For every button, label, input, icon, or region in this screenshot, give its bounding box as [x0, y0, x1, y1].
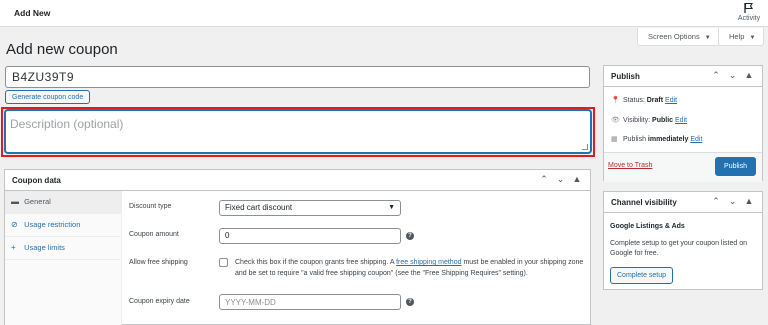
- publish-panel: Publish ⌃ ⌄ ▲ 📍 Status: Draft Edit 👁 Visib…: [603, 65, 763, 182]
- description-textarea[interactable]: Description (optional): [5, 110, 591, 153]
- move-to-trash-link[interactable]: Move to Trash: [608, 162, 652, 169]
- free-shipping-checkbox[interactable]: [219, 258, 228, 267]
- schedule-edit-link[interactable]: Edit: [690, 136, 702, 143]
- status-prefix: Status:: [623, 97, 647, 104]
- plus-icon: +: [11, 243, 16, 252]
- caret-down-icon: ▼: [749, 35, 756, 41]
- ticket-icon: ▬: [11, 197, 19, 206]
- help-label: Help: [729, 32, 745, 41]
- channel-visibility-panel: Channel visibility ⌃ ⌄ ▲ Google Listings…: [603, 191, 763, 290]
- top-bar-title: Add New: [14, 8, 51, 18]
- status-edit-link[interactable]: Edit: [665, 97, 677, 104]
- visibility-edit-link[interactable]: Edit: [675, 117, 687, 124]
- schedule-prefix: Publish: [623, 136, 648, 143]
- move-down-icon[interactable]: ⌄: [725, 70, 739, 81]
- chevron-down-icon: ▼: [388, 204, 395, 211]
- activity-label: Activity: [737, 15, 761, 22]
- screen-options-label: Screen Options: [648, 32, 700, 41]
- flag-icon: [744, 2, 753, 13]
- toggle-panel-icon[interactable]: ▲: [570, 174, 584, 184]
- channel-visibility-title: Channel visibility: [611, 198, 677, 207]
- coupon-data-tabs: ▬ General ⊘ Usage restriction + Usage li…: [5, 191, 122, 325]
- visibility-prefix: Visibility:: [623, 117, 653, 124]
- help-icon[interactable]: ?: [406, 232, 414, 240]
- tab-usage-restriction[interactable]: ⊘ Usage restriction: [5, 214, 121, 237]
- restriction-icon: ⊘: [11, 220, 18, 229]
- channel-description: Complete setup to get your coupon listed…: [610, 240, 747, 257]
- tab-general-label: General: [24, 197, 51, 206]
- tab-usage-limits-label: Usage limits: [24, 243, 65, 252]
- caret-down-icon: ▼: [704, 35, 711, 41]
- channel-visibility-header: Channel visibility ⌃ ⌄ ▲: [604, 192, 762, 213]
- status-value: Draft: [646, 97, 664, 104]
- resize-grip-icon[interactable]: [582, 144, 588, 150]
- move-up-icon[interactable]: ⌃: [537, 174, 551, 185]
- move-up-icon[interactable]: ⌃: [709, 70, 723, 81]
- channel-subtitle: Google Listings & Ads: [610, 223, 685, 230]
- move-down-icon[interactable]: ⌄: [553, 174, 567, 185]
- schedule-row: ▦ Publish immediately Edit: [611, 135, 702, 143]
- calendar-icon: ▦: [611, 136, 618, 143]
- help-button[interactable]: Help ▼: [718, 28, 765, 46]
- description-placeholder: Description (optional): [10, 117, 124, 131]
- complete-setup-button[interactable]: Complete setup: [610, 267, 674, 284]
- toggle-panel-icon[interactable]: ▲: [742, 196, 756, 206]
- visibility-value: Public: [652, 117, 674, 124]
- toggle-panel-icon[interactable]: ▲: [742, 70, 756, 80]
- coupon-code-input[interactable]: B4ZU39T9: [5, 66, 590, 88]
- move-up-icon[interactable]: ⌃: [709, 196, 723, 207]
- discount-type-select[interactable]: Fixed cart discount ▼: [219, 200, 401, 216]
- publish-header: Publish ⌃ ⌄ ▲: [604, 66, 762, 87]
- status-row: 📍 Status: Draft Edit: [611, 96, 677, 104]
- free-shipping-text-before: Check this box if the coupon grants free…: [235, 259, 397, 266]
- help-icon[interactable]: ?: [406, 298, 414, 306]
- screen-options-button[interactable]: Screen Options ▼: [637, 28, 720, 46]
- tab-general[interactable]: ▬ General: [5, 191, 121, 214]
- discount-type-value: Fixed cart discount: [225, 203, 293, 212]
- coupon-amount-input[interactable]: 0: [219, 228, 401, 244]
- publish-button[interactable]: Publish: [715, 157, 756, 176]
- expiry-date-input[interactable]: YYYY-MM-DD: [219, 294, 401, 310]
- visibility-row: 👁 Visibility: Public Edit: [611, 116, 687, 124]
- free-shipping-description: Check this box if the coupon grants free…: [235, 257, 590, 279]
- top-bar: Add New Activity: [0, 0, 768, 27]
- coupon-data-header: Coupon data ⌃ ⌄ ▲: [5, 170, 590, 191]
- publish-actions: Move to Trash Publish: [604, 152, 762, 182]
- tab-usage-restriction-label: Usage restriction: [24, 220, 81, 229]
- pin-icon: 📍: [611, 97, 620, 104]
- discount-type-label: Discount type: [129, 203, 172, 210]
- publish-title: Publish: [611, 72, 640, 81]
- activity-button[interactable]: Activity: [734, 2, 764, 22]
- page-title: Add new coupon: [6, 41, 118, 58]
- schedule-value: immediately: [647, 136, 689, 143]
- free-shipping-method-link[interactable]: free shipping method: [396, 259, 461, 266]
- expiry-date-label: Coupon expiry date: [129, 298, 190, 305]
- generate-coupon-code-button[interactable]: Generate coupon code: [5, 90, 91, 104]
- coupon-data-title: Coupon data: [12, 176, 61, 185]
- free-shipping-label: Allow free shipping: [129, 259, 188, 266]
- tab-usage-limits[interactable]: + Usage limits: [5, 237, 121, 260]
- move-down-icon[interactable]: ⌄: [725, 196, 739, 207]
- eye-icon: 👁: [611, 117, 620, 124]
- coupon-amount-label: Coupon amount: [129, 231, 179, 238]
- coupon-data-panel: Coupon data ⌃ ⌄ ▲ ▬ General ⊘ Usage rest…: [4, 169, 591, 325]
